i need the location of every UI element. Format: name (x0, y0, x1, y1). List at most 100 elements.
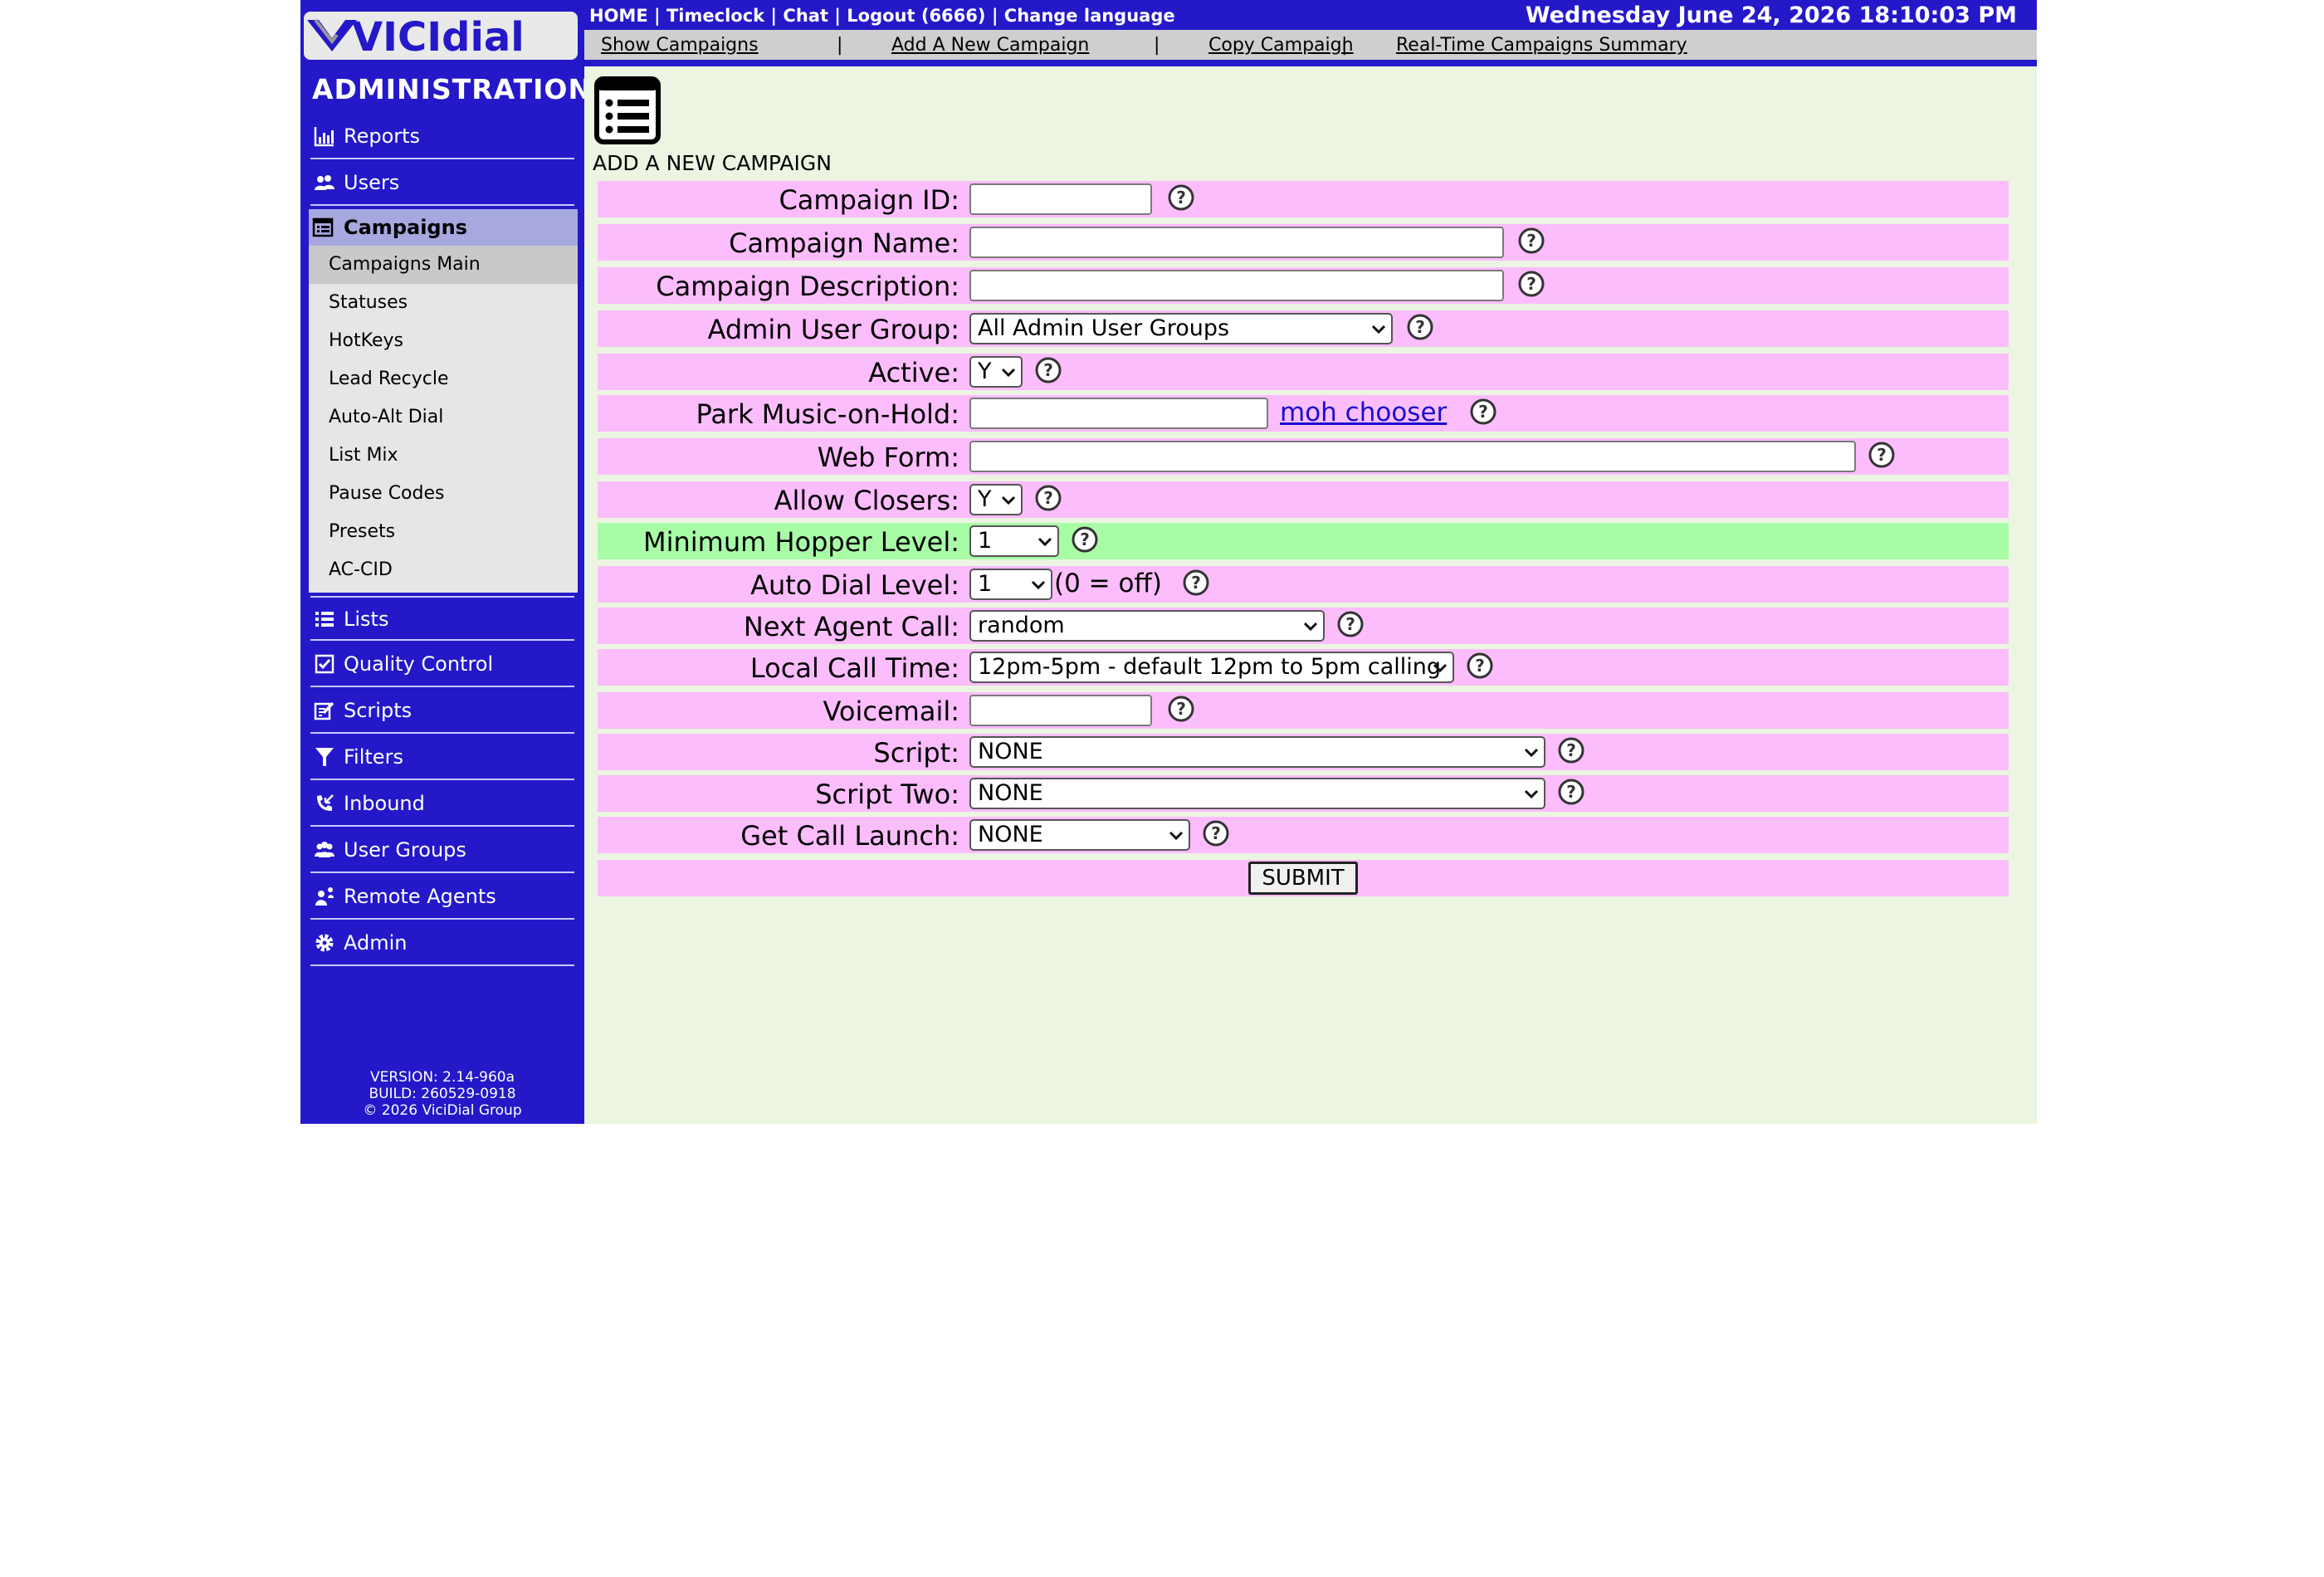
help-icon[interactable] (1034, 356, 1062, 384)
help-icon[interactable] (1336, 610, 1365, 638)
help-icon[interactable] (1557, 778, 1585, 806)
field-label: Campaign Description: (656, 271, 959, 302)
field-label: Next Agent Call: (743, 611, 959, 642)
help-icon[interactable] (1167, 695, 1195, 723)
moh-chooser-link[interactable]: moh chooser (1280, 398, 1447, 427)
sidebar-item-label: Inbound (344, 792, 425, 815)
local-call-time-select[interactable]: 12pm-5pm - default 12pm to 5pm calling (969, 652, 1454, 683)
sidebar-subitem-hotkeys[interactable]: HotKeys (309, 322, 578, 360)
help-icon[interactable] (1868, 441, 1896, 469)
sidebar-subitem-auto-alt-dial[interactable]: Auto-Alt Dial (309, 398, 578, 437)
help-icon[interactable] (1202, 819, 1230, 847)
sidebar-item-remote-agents[interactable]: Remote Agents (310, 875, 574, 920)
chevron-down-icon (1001, 493, 1016, 508)
sidebar-subitem-ac-cid[interactable]: AC-CID (309, 551, 578, 589)
allow-closers-select[interactable]: Y (969, 484, 1023, 515)
campaign-id-input[interactable] (969, 183, 1152, 215)
vicidial-logo[interactable]: VICIdial (304, 12, 578, 60)
select-value: 12pm-5pm - default 12pm to 5pm calling (978, 654, 1442, 680)
sidebar-item-quality-control[interactable]: Quality Control (310, 642, 574, 687)
sidebar-item-user-groups[interactable]: User Groups (310, 828, 574, 873)
sidebar-subitem-presets[interactable]: Presets (309, 513, 578, 551)
sidebar-subitem-label: Campaigns Main (329, 254, 481, 275)
help-icon[interactable] (1034, 484, 1062, 512)
user-groups-icon (315, 842, 334, 857)
park-moh-input[interactable] (969, 398, 1268, 429)
sidebar-item-label: Admin (344, 931, 408, 954)
chevron-down-icon (1031, 578, 1046, 593)
sidebar-title: ADMINISTRATION (312, 73, 593, 105)
admin-user-group-select[interactable]: All Admin User Groups (969, 313, 1393, 344)
realtime-campaigns-summary-link[interactable]: Real-Time Campaigns Summary (1396, 35, 1687, 56)
submit-button[interactable]: SUBMIT (1248, 862, 1358, 895)
top-links: HOME | Timeclock | Chat | Logout (6666) … (589, 6, 1175, 26)
logout-link[interactable]: Logout (6666) (847, 6, 985, 26)
help-icon[interactable] (1517, 270, 1545, 298)
help-icon[interactable] (1167, 183, 1195, 212)
sidebar-item-inbound[interactable]: Inbound (310, 782, 574, 827)
field-label: Allow Closers: (774, 485, 959, 516)
chevron-down-icon (1303, 619, 1318, 634)
copyright-text: © 2026 ViciDial Group (363, 1102, 522, 1119)
field-label: Get Call Launch: (740, 820, 959, 852)
select-value: All Admin User Groups (978, 315, 1230, 341)
sidebar-subitem-list-mix[interactable]: List Mix (309, 437, 578, 475)
auto-dial-level-select[interactable]: 1 (969, 569, 1052, 600)
add-new-campaign-link[interactable]: Add A New Campaign (891, 35, 1089, 56)
sidebar-item-filters[interactable]: Filters (310, 735, 574, 780)
home-link[interactable]: HOME (589, 6, 648, 26)
help-icon[interactable] (1466, 652, 1494, 680)
select-value: 1 (978, 571, 993, 597)
script-two-select[interactable]: NONE (969, 778, 1545, 809)
divider (584, 60, 2037, 66)
next-agent-call-select[interactable]: random (969, 610, 1325, 642)
get-call-launch-select[interactable]: NONE (969, 819, 1190, 851)
help-icon[interactable] (1406, 313, 1434, 341)
help-icon[interactable] (1517, 227, 1545, 255)
copy-campaign-link[interactable]: Copy Campaign (1208, 35, 1354, 56)
campaigns-page-icon (594, 76, 661, 144)
separator: | (1154, 35, 1160, 56)
field-label: Voicemail: (823, 696, 960, 727)
campaign-name-input[interactable] (969, 227, 1504, 258)
form-row-script: Script: NONE (598, 734, 2009, 770)
form-row-next-agent-call: Next Agent Call: random (598, 608, 2009, 644)
sidebar-subitem-campaigns-main[interactable]: Campaigns Main (309, 246, 578, 284)
help-icon[interactable] (1071, 525, 1099, 554)
field-label: Web Form: (817, 442, 959, 473)
sidebar-subitem-label: Lead Recycle (329, 369, 449, 389)
active-select[interactable]: Y (969, 356, 1023, 388)
filter-icon (315, 748, 334, 766)
sidebar-item-campaigns[interactable]: Campaigns (309, 209, 578, 246)
help-icon[interactable] (1557, 736, 1585, 764)
campaigns-icon (312, 217, 334, 237)
script-select[interactable]: NONE (969, 736, 1545, 768)
campaign-description-input[interactable] (969, 270, 1504, 301)
sidebar-item-users[interactable]: Users (310, 161, 574, 206)
sidebar-item-scripts[interactable]: Scripts (310, 689, 574, 734)
version-text: VERSION: 2.14-960a (369, 1069, 515, 1086)
chat-link[interactable]: Chat (783, 6, 828, 26)
sidebar-item-admin[interactable]: Admin (310, 921, 574, 966)
show-campaigns-link[interactable]: Show Campaigns (601, 35, 759, 56)
change-language-link[interactable]: Change language (1004, 6, 1175, 26)
logo-text: VICIdial (352, 14, 525, 60)
sidebar-subitem-lead-recycle[interactable]: Lead Recycle (309, 360, 578, 398)
web-form-input[interactable] (969, 441, 1856, 472)
sidebar-subitem-label: HotKeys (329, 330, 403, 351)
help-icon[interactable] (1469, 398, 1497, 426)
form-row-campaign-description: Campaign Description: (598, 267, 2009, 304)
chevron-down-icon (1038, 535, 1052, 549)
sidebar-item-reports[interactable]: Reports (310, 115, 574, 159)
voicemail-input[interactable] (969, 695, 1152, 726)
min-hopper-level-select[interactable]: 1 (969, 525, 1059, 557)
help-icon[interactable] (1182, 569, 1210, 597)
separator: | (770, 6, 778, 26)
sidebar-subitem-pause-codes[interactable]: Pause Codes (309, 475, 578, 513)
form-row-campaign-id: Campaign ID: (598, 181, 2009, 217)
sidebar-item-lists[interactable]: Lists (310, 596, 574, 641)
chevron-down-icon (1001, 365, 1016, 380)
timeclock-link[interactable]: Timeclock (666, 6, 764, 26)
sidebar-subitem-statuses[interactable]: Statuses (309, 284, 578, 322)
sidebar-subitem-label: Presets (329, 521, 396, 542)
